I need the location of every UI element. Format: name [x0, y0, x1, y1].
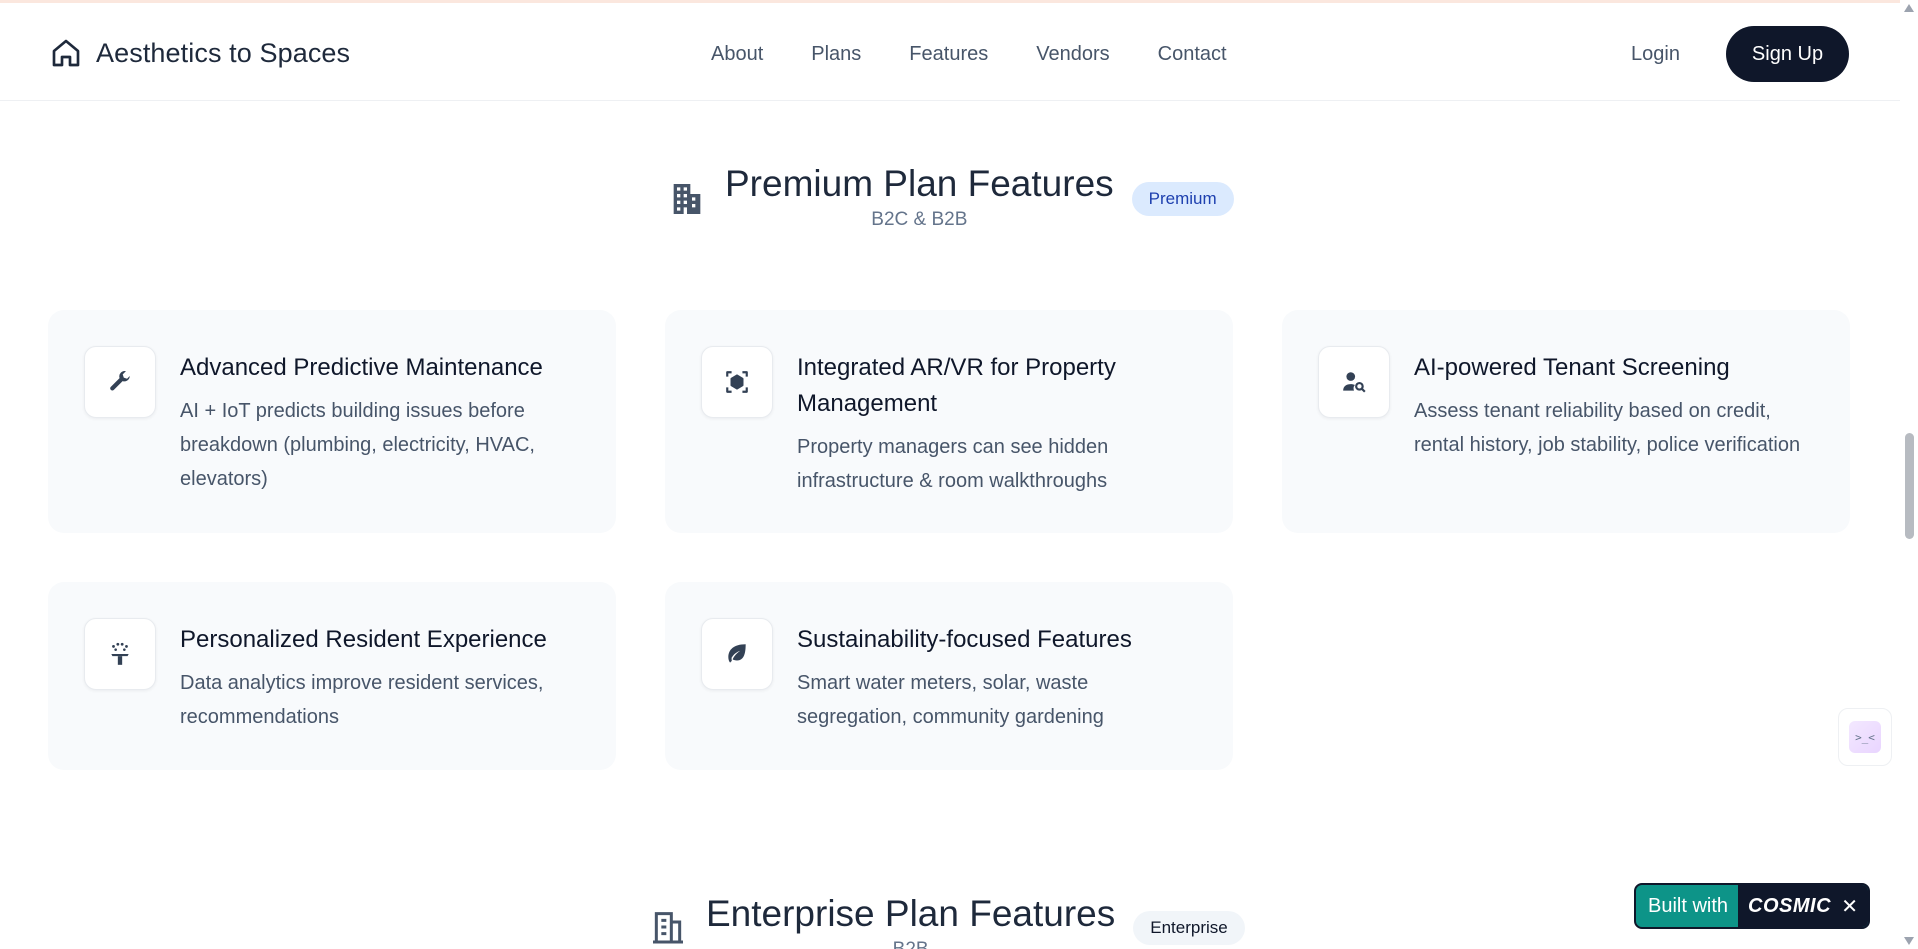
chat-face-icon: >_<	[1849, 721, 1881, 753]
home-icon	[52, 39, 80, 67]
cosmic-logo-box: COSMIC ✕	[1738, 885, 1868, 927]
chat-widget-button[interactable]: >_<	[1838, 708, 1892, 766]
feature-description: Data analytics improve resident services…	[180, 672, 544, 728]
feature-title: Sustainability-focused Features	[797, 626, 1132, 653]
site-header: Aesthetics to Spaces About Plans Feature…	[0, 3, 1900, 101]
feature-description: Property managers can see hidden infrast…	[797, 436, 1109, 492]
brand-logo[interactable]: Aesthetics to Spaces	[50, 37, 350, 69]
feature-card: Integrated AR/VR for Property Management…	[665, 310, 1233, 533]
feature-card: AI-powered Tenant Screening Assess tenan…	[1282, 310, 1850, 533]
nav-vendors[interactable]: Vendors	[1036, 43, 1109, 66]
nav-about[interactable]: About	[711, 43, 763, 66]
feature-title: AI-powered Tenant Screening	[1414, 354, 1730, 381]
nav-features[interactable]: Features	[909, 43, 988, 66]
hand-sparkles-icon	[111, 642, 129, 665]
user-search-icon	[1343, 372, 1366, 393]
login-link[interactable]: Login	[1631, 43, 1680, 66]
brand-name: Aesthetics to Spaces	[96, 37, 351, 68]
close-icon[interactable]: ✕	[1841, 894, 1858, 919]
premium-badge: Premium	[1131, 182, 1234, 216]
scroll-down-arrow-icon[interactable]	[1904, 937, 1914, 945]
ar-cube-icon	[726, 371, 748, 393]
feature-icon-box	[84, 346, 156, 418]
premium-section-header: Premium Plan Features B2C & B2B Premium	[667, 163, 1234, 231]
nav-plans[interactable]: Plans	[811, 43, 861, 66]
feature-icon-box	[1318, 346, 1390, 418]
feature-card: Advanced Predictive Maintenance AI + IoT…	[48, 310, 616, 533]
nav-contact[interactable]: Contact	[1158, 43, 1227, 66]
feature-icon-box	[701, 618, 773, 690]
scroll-up-arrow-icon[interactable]	[1904, 4, 1914, 12]
feature-icon-box	[701, 346, 773, 418]
enterprise-subtitle: B2B	[706, 939, 1115, 949]
feature-card: Personalized Resident Experience Data an…	[48, 582, 616, 770]
feature-icon-box	[84, 618, 156, 690]
office-building-icon	[653, 912, 683, 944]
enterprise-title: Enterprise Plan Features	[706, 893, 1116, 934]
feature-title: Integrated AR/VR for Property Management	[797, 354, 1116, 417]
page-scrollbar[interactable]	[1900, 0, 1918, 949]
feature-title: Advanced Predictive Maintenance	[180, 354, 543, 381]
premium-subtitle: B2C & B2B	[871, 209, 968, 230]
main-nav: About Plans Features Vendors Contact	[711, 43, 1227, 66]
premium-title: Premium Plan Features	[725, 163, 1114, 204]
leaf-icon	[728, 644, 746, 663]
built-with-badge[interactable]: Built with COSMIC ✕	[1634, 883, 1870, 929]
signup-button[interactable]: Sign Up	[1726, 26, 1849, 82]
feature-description: Smart water meters, solar, waste segrega…	[797, 672, 1104, 728]
feature-description: Assess tenant reliability based on credi…	[1414, 400, 1801, 456]
cosmic-logo: COSMIC	[1748, 894, 1832, 917]
feature-title: Personalized Resident Experience	[180, 626, 547, 653]
feature-description: AI + IoT predicts building issues before…	[180, 400, 535, 490]
scroll-thumb[interactable]	[1905, 433, 1914, 539]
enterprise-section-header: Enterprise Plan Features B2B Enterprise	[648, 893, 1245, 949]
wrench-icon	[110, 371, 130, 391]
built-with-label: Built with	[1648, 894, 1729, 917]
building-icon	[673, 184, 701, 214]
enterprise-badge: Enterprise	[1133, 911, 1245, 945]
feature-card: Sustainability-focused Features Smart wa…	[665, 582, 1233, 770]
